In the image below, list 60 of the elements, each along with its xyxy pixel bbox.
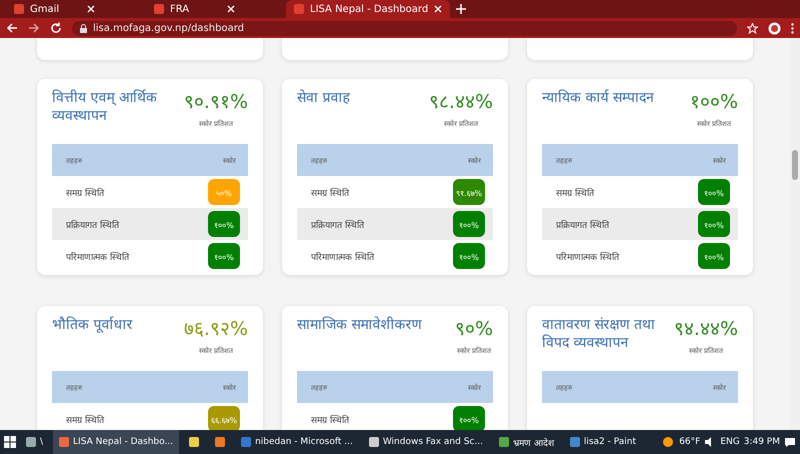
browser-tab[interactable]: Gmail [6, 0, 146, 18]
taskbar-item[interactable]: nibedan - Microsoft ... [235, 430, 359, 454]
close-icon[interactable] [434, 5, 442, 13]
score-badge: १००% [453, 211, 485, 237]
score-percent: ९४.४४% [674, 317, 738, 342]
clock-text[interactable]: 3:49 PM [744, 437, 780, 447]
score-percent: ९८.४४% [428, 90, 493, 115]
score-badge: १००% [453, 243, 485, 269]
level-label: परिमाणात्मक स्थिति [556, 251, 619, 262]
card-title: भौतिक पूर्वाधार [52, 316, 132, 335]
score-percent: ९०.९१% [184, 90, 248, 115]
lock-icon [80, 24, 87, 32]
level-label: प्रक्रियागत स्थिति [556, 219, 609, 230]
browser-tab[interactable]: FRA [146, 0, 286, 18]
level-label: समग्र स्थिति [556, 187, 594, 198]
score-badge: ५०% [208, 179, 240, 205]
level-label: प्रक्रियागत स्थिति [311, 219, 364, 230]
score-percent: १००% [690, 90, 738, 115]
card-title: सामाजिक समावेशीकरण [297, 316, 422, 335]
forward-arrow-icon[interactable] [28, 22, 40, 34]
score-badge: १००% [208, 243, 240, 269]
card-title: न्यायिक कार्य सम्पादन [542, 89, 654, 108]
level-label: समग्र स्थिति [311, 414, 349, 426]
taskbar-item[interactable]: \ [20, 430, 50, 454]
score-percent: ९०% [454, 317, 493, 342]
taskbar-item[interactable]: Windows Fax and Sc... [362, 430, 489, 454]
level-label: समग्र स्थिति [311, 187, 349, 198]
taskbar-item[interactable]: LISA Nepal - Dashbo... [53, 430, 180, 454]
level-label: परिमाणात्मक स्थिति [311, 251, 374, 262]
score-badge: १००% [208, 211, 240, 237]
taskbar-item[interactable]: भ्रमण आदेश [492, 430, 560, 454]
back-arrow-icon[interactable] [6, 22, 18, 34]
card-title: वातावरण संरक्षण तथा विपद व्यवस्थापन [542, 316, 656, 353]
profile-icon[interactable] [768, 22, 781, 34]
score-badge: ९१.६७% [453, 179, 485, 205]
score-badge: १००% [698, 211, 730, 237]
card-title: सेवा प्रवाह [297, 89, 350, 108]
reload-icon[interactable] [50, 22, 62, 34]
score-percent: ७६.९२% [184, 317, 248, 342]
address-bar[interactable]: lisa.mofaga.gov.np/dashboard [72, 20, 737, 36]
card-title: वित्तीय एवम् आर्थिक व्यवस्थापन [52, 89, 158, 126]
score-badge: १००% [698, 179, 730, 205]
more-icon[interactable] [791, 22, 794, 34]
notification-icon[interactable] [784, 436, 796, 448]
windows-icon[interactable] [4, 436, 16, 448]
level-label: प्रक्रियागत स्थिति [66, 219, 119, 230]
score-badge: १००% [698, 243, 730, 269]
level-label: समग्र स्थिति [66, 187, 104, 198]
scrollbar-thumb[interactable] [792, 150, 798, 180]
sun-icon [661, 436, 676, 448]
taskbar-item[interactable]: lisa2 - Paint [564, 430, 642, 454]
weather-text: 66°F [679, 437, 700, 447]
score-badge: ६६.६७% [208, 406, 240, 430]
score-badge: १००% [453, 406, 485, 430]
browser-tab[interactable]: LISA Nepal - Dashboard [286, 0, 450, 18]
level-label: समग्र स्थिति [66, 414, 104, 426]
url-text: lisa.mofaga.gov.np/dashboard [93, 22, 244, 34]
language-indicator[interactable]: ENG [720, 437, 740, 447]
star-icon[interactable] [747, 22, 758, 34]
level-label: परिमाणात्मक स्थिति [66, 251, 129, 262]
